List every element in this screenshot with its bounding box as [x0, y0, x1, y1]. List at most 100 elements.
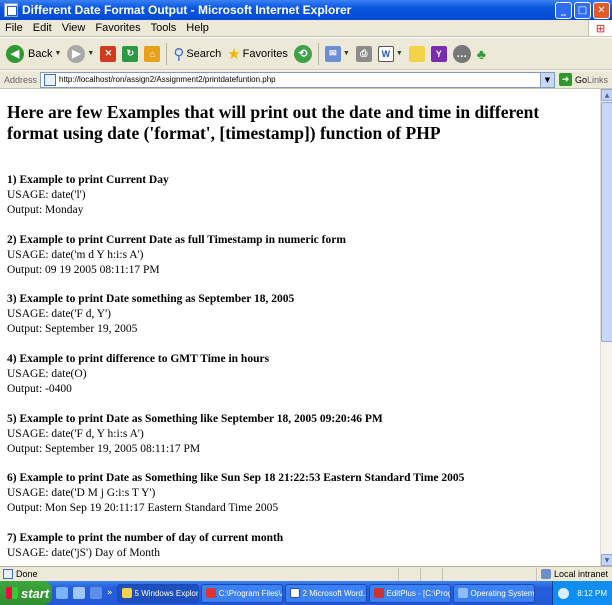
refresh-button[interactable]: ↻: [119, 41, 141, 67]
stop-button[interactable]: ✕: [97, 41, 119, 67]
status-text: Done: [16, 569, 38, 579]
desktop-launch-icon[interactable]: [73, 587, 85, 599]
example-6: 6) Example to print Date as Something li…: [7, 471, 464, 516]
menu-help[interactable]: Help: [181, 22, 214, 34]
quick-launch-more-icon[interactable]: »: [107, 588, 113, 598]
search-icon: ⚲: [173, 45, 185, 63]
yahoo-button[interactable]: Y: [428, 41, 450, 67]
example-3: 3) Example to print Date something as Se…: [7, 292, 294, 337]
zone-text: Local intranet: [553, 569, 608, 579]
yahoo-icon: Y: [430, 45, 447, 62]
example-usage: USAGE: date('F d, Y h:i:s A'): [7, 428, 144, 440]
example-title: 4) Example to print difference to GMT Ti…: [7, 353, 270, 365]
title-bar: Different Date Format Output - Microsoft…: [0, 0, 612, 20]
search-button[interactable]: ⚲ Search: [170, 41, 224, 67]
minimize-button[interactable]: _: [555, 1, 572, 19]
example-usage: USAGE: date('m d Y h:i:s A'): [7, 249, 144, 261]
print-button[interactable]: ⎙: [353, 41, 375, 67]
windows-flag-icon: [6, 587, 18, 599]
example-title: 7) Example to print the number of day of…: [7, 532, 284, 544]
forward-button[interactable]: ▶ ▼: [64, 41, 97, 67]
scroll-up-icon[interactable]: ▲: [601, 89, 612, 101]
go-arrow-icon: ➜: [558, 73, 572, 86]
scrollbar-thumb[interactable]: [601, 102, 612, 342]
favorites-label: Favorites: [242, 47, 288, 60]
taskbar: start » 5 Windows Explorer C:\Program Fi…: [0, 581, 612, 605]
example-usage: USAGE: date('jS') Day of Month: [7, 547, 160, 559]
discuss-button[interactable]: …: [450, 41, 474, 67]
address-input[interactable]: http://localhost/ron/assign2/Assignment2…: [40, 71, 555, 88]
status-cell: [419, 567, 442, 581]
start-button[interactable]: start: [0, 581, 52, 605]
address-dropdown-chevron-icon[interactable]: ▼: [539, 72, 554, 87]
example-output: Output: September 19, 2005 08:11:17 PM: [7, 443, 201, 455]
task-microsoft-word[interactable]: 2 Microsoft Word...: [284, 583, 367, 603]
clock: 8:12 PM: [577, 588, 607, 598]
folder-button[interactable]: [406, 41, 428, 67]
page-content: Here are few Examples that will print ou…: [0, 89, 600, 566]
maximize-button[interactable]: □: [574, 1, 591, 19]
links-button[interactable]: Links: [587, 75, 612, 85]
messenger-button[interactable]: ♣: [474, 41, 489, 67]
example-output: Output: Monday: [7, 204, 84, 216]
chat-bubble-icon: …: [452, 44, 471, 63]
scroll-down-icon[interactable]: ▼: [601, 554, 612, 566]
system-tray: 8:12 PM: [552, 581, 612, 605]
example-2: 2) Example to print Current Date as full…: [7, 233, 346, 278]
edit-button[interactable]: W ▼: [375, 41, 406, 67]
search-label: Search: [186, 47, 222, 60]
favorites-button[interactable]: ★ Favorites: [224, 41, 291, 67]
menu-file[interactable]: File: [0, 22, 28, 34]
ie-icon: [457, 588, 468, 598]
example-title: 3) Example to print Date something as Se…: [7, 293, 295, 305]
example-title: 6) Example to print Date as Something li…: [7, 472, 465, 484]
standard-toolbar: ◀ Back ▼ ▶ ▼ ✕ ↻ ⌂ ⚲ Search ★ Favorites …: [0, 38, 612, 70]
toolbar-divider: [317, 42, 319, 65]
task-label: C:\Program Files\A...: [218, 588, 282, 598]
example-usage: USAGE: date(O): [7, 368, 87, 380]
menu-bar: File Edit View Favorites Tools Help ⊞: [0, 20, 612, 37]
menu-edit[interactable]: Edit: [28, 22, 57, 34]
stop-icon: ✕: [100, 45, 117, 62]
mail-button[interactable]: ✉ ▼: [322, 41, 353, 67]
home-button[interactable]: ⌂: [141, 41, 163, 67]
page-done-icon: [3, 569, 13, 579]
example-title: 1) Example to print Current Day: [7, 174, 169, 186]
word-edit-icon: W: [377, 45, 394, 62]
media-launch-icon[interactable]: [90, 587, 102, 599]
chevron-down-icon: ▼: [87, 50, 95, 57]
intranet-icon: [540, 569, 551, 579]
history-button[interactable]: ⟲: [291, 41, 315, 67]
example-output: Output: 09 19 2005 08:11:17 PM: [7, 264, 160, 276]
go-label: Go: [574, 74, 587, 85]
ie-launch-icon[interactable]: [56, 587, 68, 599]
back-button[interactable]: ◀ Back ▼: [3, 41, 64, 67]
quick-launch: »: [56, 587, 117, 599]
go-button[interactable]: ➜ Go: [558, 73, 587, 86]
task-editplus[interactable]: EditPlus - [C:\Progr...: [368, 583, 451, 603]
task-windows-explorer[interactable]: 5 Windows Explorer: [116, 583, 199, 603]
vertical-scrollbar[interactable]: ▲ ▼: [600, 89, 612, 566]
menu-favorites[interactable]: Favorites: [90, 22, 145, 34]
example-5: 5) Example to print Date as Something li…: [7, 412, 383, 457]
back-label: Back: [28, 47, 53, 60]
example-7: 7) Example to print the number of day of…: [7, 531, 283, 561]
folder-icon: [121, 588, 132, 598]
example-title: 2) Example to print Current Date as full…: [7, 234, 346, 246]
task-label: 5 Windows Explorer: [134, 588, 199, 598]
refresh-icon: ↻: [122, 45, 139, 62]
status-bar: Done Local intranet: [0, 566, 612, 581]
task-label: EditPlus - [C:\Progr...: [386, 588, 450, 598]
task-program-files[interactable]: C:\Program Files\A...: [200, 583, 283, 603]
example-output: Output: September 19, 2005: [7, 323, 138, 335]
messenger-icon: ♣: [476, 45, 486, 62]
address-bar: Address http://localhost/ron/assign2/Ass…: [0, 71, 612, 89]
status-cell: [397, 567, 420, 581]
task-operating-system[interactable]: Operating System...: [452, 583, 535, 603]
home-icon: ⌂: [144, 45, 161, 62]
menu-view[interactable]: View: [57, 22, 91, 34]
word-icon: [289, 588, 300, 598]
close-button[interactable]: ✕: [593, 1, 610, 19]
tray-network-icon[interactable]: [558, 587, 570, 599]
menu-tools[interactable]: Tools: [146, 22, 182, 34]
